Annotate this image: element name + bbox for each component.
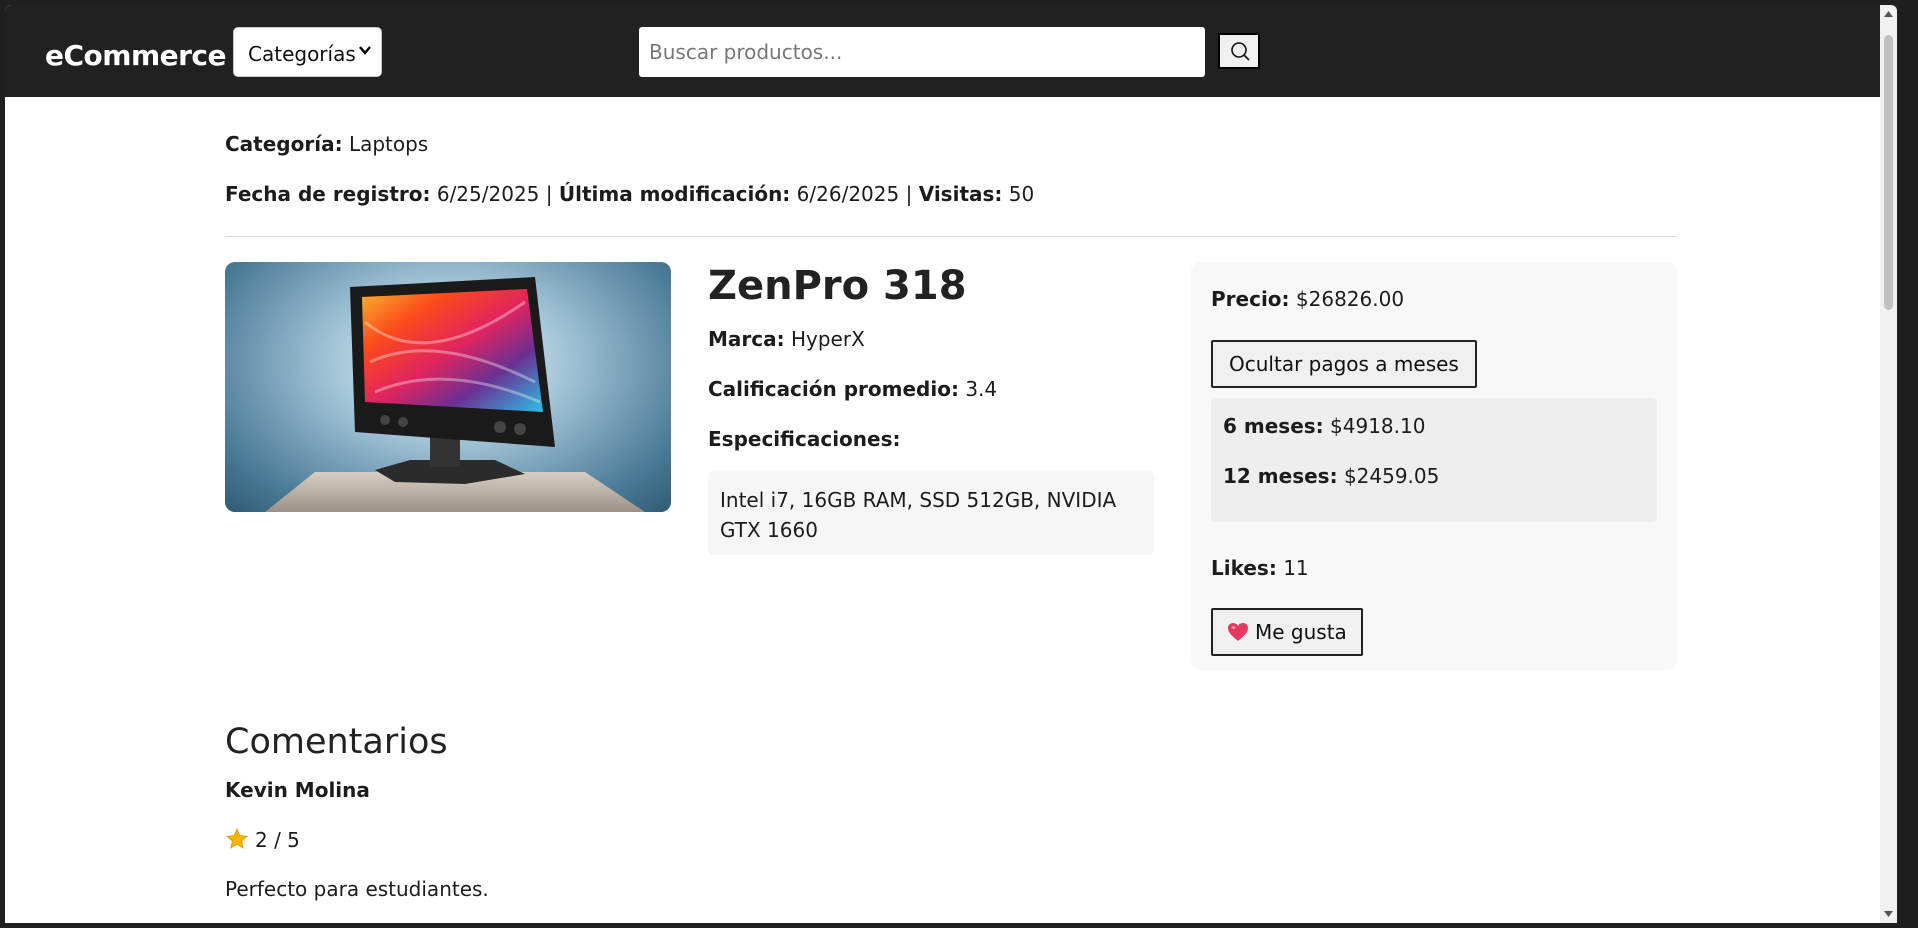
comment-text: Perfecto para estudiantes. <box>225 877 489 901</box>
like-button[interactable]: Me gusta <box>1211 608 1363 656</box>
comment-rating-value: 2 / 5 <box>255 828 300 852</box>
rating-label: Calificación promedio: <box>708 377 959 401</box>
browser-window: eCommerce Categorías Categoría: Laptops … <box>5 5 1897 923</box>
price-panel: Precio: $26826.00 Ocultar pagos a meses … <box>1191 262 1677 670</box>
chevron-down-icon <box>359 46 371 55</box>
modified-label: Última modificación: <box>558 182 791 206</box>
vertical-scrollbar[interactable] <box>1880 5 1897 923</box>
toggle-installments-button[interactable]: Ocultar pagos a meses <box>1211 340 1477 388</box>
likes-line: Likes: 11 <box>1211 556 1309 580</box>
scroll-down-arrow-icon[interactable] <box>1883 909 1894 919</box>
likes-label: Likes: <box>1211 556 1277 580</box>
search-icon <box>1231 42 1250 61</box>
scrollbar-thumb[interactable] <box>1884 35 1893 310</box>
heart-icon <box>1228 623 1248 641</box>
comments-title: Comentarios <box>225 722 448 762</box>
brand-logo[interactable]: eCommerce <box>45 39 227 72</box>
specs-label: Especificaciones: <box>708 427 901 451</box>
price-value: $26826.00 <box>1295 287 1405 311</box>
category-select-value: Categorías <box>248 42 356 66</box>
registered-label: Fecha de registro: <box>225 182 431 206</box>
visits-label: Visitas: <box>918 182 1003 206</box>
visits-value: 50 <box>1008 182 1035 206</box>
comment-rating: 2 / 5 <box>225 827 300 852</box>
brand-label: Marca: <box>708 327 785 351</box>
price-label: Precio: <box>1211 287 1290 311</box>
navbar: eCommerce Categorías <box>5 5 1897 97</box>
installment-value: $4918.10 <box>1330 414 1426 438</box>
installment-12: 12 meses: $2459.05 <box>1223 464 1439 488</box>
category-label: Categoría: <box>225 132 343 156</box>
comment-author: Kevin Molina <box>225 778 370 802</box>
installment-value: $2459.05 <box>1343 464 1440 488</box>
modified-value: 6/26/2025 <box>796 182 900 206</box>
rating-value: 3.4 <box>965 377 998 401</box>
specs-box: Intel i7, 16GB RAM, SSD 512GB, NVIDIA GT… <box>708 471 1154 555</box>
search-button[interactable] <box>1218 33 1260 69</box>
star-icon <box>226 828 248 849</box>
installment-6: 6 meses: $4918.10 <box>1223 414 1425 438</box>
dates-line: Fecha de registro: 6/25/2025 | Última mo… <box>225 182 1034 206</box>
specs-heading: Especificaciones: <box>708 427 901 451</box>
separator: | <box>905 182 913 206</box>
search-input[interactable] <box>639 27 1205 77</box>
like-button-label: Me gusta <box>1255 620 1347 644</box>
scroll-up-arrow-icon[interactable] <box>1883 9 1894 19</box>
product-title: ZenPro 318 <box>708 263 967 309</box>
category-select[interactable]: Categorías <box>233 27 382 77</box>
category-line: Categoría: Laptops <box>225 132 428 156</box>
installments-box: 6 meses: $4918.10 12 meses: $2459.05 <box>1211 398 1657 522</box>
category-value: Laptops <box>348 132 429 156</box>
installment-label: 12 meses: <box>1223 464 1338 488</box>
separator: | <box>545 182 553 206</box>
product-image <box>225 262 671 512</box>
brand-line: Marca: HyperX <box>708 327 865 351</box>
specs-value: Intel i7, 16GB RAM, SSD 512GB, NVIDIA GT… <box>720 488 1117 542</box>
brand-value: HyperX <box>790 327 865 351</box>
divider <box>225 236 1677 237</box>
price-line: Precio: $26826.00 <box>1211 287 1404 311</box>
installment-label: 6 meses: <box>1223 414 1324 438</box>
rating-line: Calificación promedio: 3.4 <box>708 377 997 401</box>
monitor-photo-illustration <box>265 277 645 512</box>
registered-value: 6/25/2025 <box>436 182 540 206</box>
likes-value: 11 <box>1283 556 1309 580</box>
